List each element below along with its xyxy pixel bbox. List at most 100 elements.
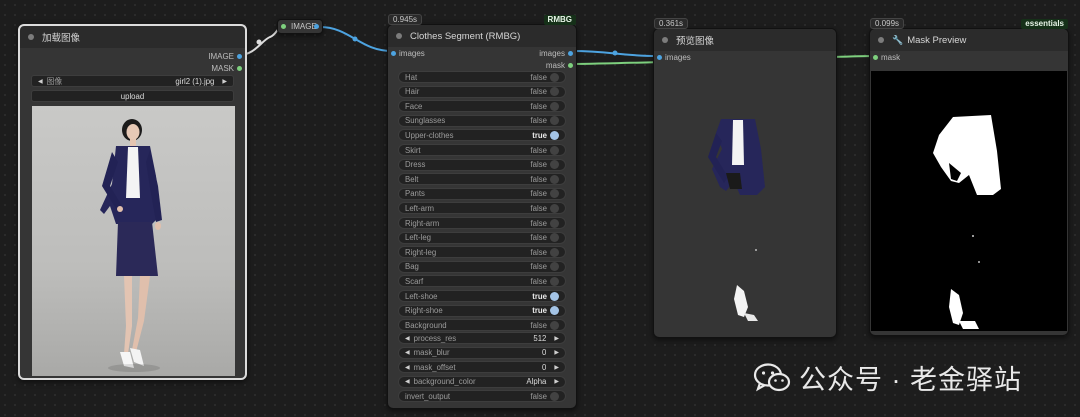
image-select-combo[interactable]: ◀ 图像 girl2 (1).jpg ▶ <box>31 75 234 87</box>
watermark-text: 公众号 · 老金驿站 <box>799 365 1022 395</box>
preview-input-images-dot[interactable] <box>657 55 662 60</box>
arrow-left-icon[interactable]: ◀ <box>38 78 43 85</box>
toggle-knob-icon[interactable] <box>550 276 559 286</box>
clothes-segment-node[interactable]: 0.945s RMBG Clothes Segment (RMBG) image… <box>387 14 577 409</box>
toggle-right-arm[interactable]: Right-arm false <box>398 217 566 229</box>
toggle-left-leg[interactable]: Left-leg false <box>398 231 566 244</box>
toggle-bag[interactable]: Bag false <box>398 260 566 273</box>
clothes-exec-time-badge: 0.945s <box>388 14 423 25</box>
toggle-sunglasses[interactable]: Sunglasses false <box>398 114 566 127</box>
toggle-value: false <box>530 262 547 272</box>
collapse-dot-icon[interactable] <box>396 33 402 39</box>
mask-preview-title-bar[interactable]: 🔧 Mask Preview <box>870 29 1068 51</box>
toggle-hair[interactable]: Hair false <box>398 85 566 98</box>
toggle-knob-icon[interactable] <box>550 203 559 213</box>
arrow-right-icon[interactable]: ▶ <box>554 335 559 342</box>
toggle-knob-icon[interactable] <box>550 218 559 228</box>
mask-preview-node[interactable]: 0.099s essentials 🔧 Mask Preview mask <box>869 18 1069 336</box>
toggle-dress[interactable]: Dress false <box>398 158 566 171</box>
mask-input-port[interactable]: mask <box>870 51 1068 63</box>
toggle-knob-icon[interactable] <box>550 391 559 401</box>
toggle-upper-clothes[interactable]: Upper-clothes true <box>398 129 566 142</box>
arrow-right-icon[interactable]: ▶ <box>554 378 559 385</box>
toggle-knob-icon[interactable] <box>550 72 559 82</box>
output-image-dot[interactable] <box>237 54 242 59</box>
clothes-segment-title: Clothes Segment (RMBG) <box>410 30 521 42</box>
upload-button[interactable]: upload <box>31 90 234 102</box>
number-label: mask_blur <box>413 348 450 358</box>
number-mask-blur[interactable]: ◀ mask_blur 0 ▶ <box>398 346 566 359</box>
arrow-left-icon[interactable]: ◀ <box>405 364 410 371</box>
toggle-knob-icon[interactable] <box>550 145 559 155</box>
clothes-images-port[interactable]: images images <box>388 47 576 59</box>
number-label: mask_offset <box>413 362 456 372</box>
clothes-segment-title-bar[interactable]: Clothes Segment (RMBG) <box>388 25 576 47</box>
clothes-input-images-dot[interactable] <box>391 51 396 56</box>
toggle-label: Right-leg <box>405 247 437 257</box>
toggle-knob-icon[interactable] <box>550 262 559 272</box>
mask-exec-time-badge: 0.099s <box>870 18 905 29</box>
preview-title-bar[interactable]: 预览图像 <box>654 29 836 51</box>
toggle-invert-output[interactable]: invert_output false <box>398 390 566 402</box>
toggle-scarf[interactable]: Scarf false <box>398 275 566 288</box>
number-label: background_color <box>413 377 476 387</box>
arrow-right-icon[interactable]: ▶ <box>222 78 227 85</box>
toggle-left-shoe[interactable]: Left-shoe true <box>398 290 566 302</box>
toggle-belt[interactable]: Belt false <box>398 173 566 186</box>
preview-images-port[interactable]: images <box>654 51 836 63</box>
collapse-dot-icon[interactable] <box>878 37 884 43</box>
number-mask-offset[interactable]: ◀ mask_offset 0 ▶ <box>398 361 566 374</box>
toggle-knob-icon[interactable] <box>550 247 559 257</box>
toggle-knob-icon[interactable] <box>550 130 559 140</box>
toggle-right-leg[interactable]: Right-leg false <box>398 246 566 259</box>
collapse-dot-icon[interactable] <box>28 34 34 40</box>
toggle-knob-icon[interactable] <box>550 116 559 126</box>
clothes-output-mask-dot[interactable] <box>568 63 573 68</box>
toggle-label: Right-shoe <box>405 306 443 316</box>
toggle-knob-icon[interactable] <box>550 87 559 97</box>
toggle-knob-icon[interactable] <box>550 233 559 243</box>
reroute-output-dot[interactable] <box>314 24 319 29</box>
toggle-right-shoe[interactable]: Right-shoe true <box>398 304 566 317</box>
toggle-knob-icon[interactable] <box>550 306 559 316</box>
toggle-background[interactable]: Background false <box>398 319 566 332</box>
toggle-label: Bag <box>405 262 419 272</box>
number-process-res[interactable]: ◀ process_res 512 ▶ <box>398 332 566 344</box>
preview-exec-time-badge: 0.361s <box>654 18 689 29</box>
output-mask-dot[interactable] <box>237 66 242 71</box>
reroute-input-dot[interactable] <box>281 24 286 29</box>
toggle-knob-icon[interactable] <box>550 320 559 330</box>
image-select-label: 图像 <box>46 76 63 86</box>
arrow-left-icon[interactable]: ◀ <box>405 349 410 356</box>
toggle-hat[interactable]: Hat false <box>398 71 566 83</box>
toggle-knob-icon[interactable] <box>550 291 559 301</box>
mask-input-dot[interactable] <box>873 55 878 60</box>
preview-title: 预览图像 <box>676 36 715 47</box>
toggle-knob-icon[interactable] <box>550 160 559 170</box>
arrow-right-icon[interactable]: ▶ <box>554 364 559 371</box>
toggle-left-arm[interactable]: Left-arm false <box>398 202 566 215</box>
load-image-title-bar[interactable]: 加载图像 <box>20 26 245 48</box>
preview-image-node[interactable]: 0.361s 预览图像 images <box>653 18 837 338</box>
toggle-knob-icon[interactable] <box>550 101 559 111</box>
toggle-knob-icon[interactable] <box>550 189 559 199</box>
toggle-skirt[interactable]: Skirt false <box>398 144 566 156</box>
toggle-value: true <box>532 306 547 316</box>
toggle-knob-icon[interactable] <box>550 174 559 184</box>
reroute-node[interactable]: IMAGE <box>277 19 323 34</box>
toggle-value: false <box>530 145 547 155</box>
toggle-face[interactable]: Face false <box>398 100 566 113</box>
number-background-color[interactable]: ◀ background_color Alpha ▶ <box>398 375 566 388</box>
output-image-port[interactable]: IMAGE <box>20 50 245 62</box>
clothes-mask-port[interactable]: mask <box>388 59 576 71</box>
arrow-left-icon[interactable]: ◀ <box>405 335 410 342</box>
upload-button-label: upload <box>120 91 145 101</box>
clothes-output-images-dot[interactable] <box>568 51 573 56</box>
arrow-right-icon[interactable]: ▶ <box>554 349 559 356</box>
collapse-dot-icon[interactable] <box>662 37 668 43</box>
load-image-node[interactable]: 加载图像 IMAGE MASK ◀ 图像 girl2 (1).jpg ▶ upl… <box>18 24 247 380</box>
toggle-pants[interactable]: Pants false <box>398 187 566 200</box>
output-mask-port[interactable]: MASK <box>20 62 245 74</box>
arrow-left-icon[interactable]: ◀ <box>405 378 410 385</box>
wechat-watermark: 公众号 · 老金驿站 <box>753 358 1022 397</box>
